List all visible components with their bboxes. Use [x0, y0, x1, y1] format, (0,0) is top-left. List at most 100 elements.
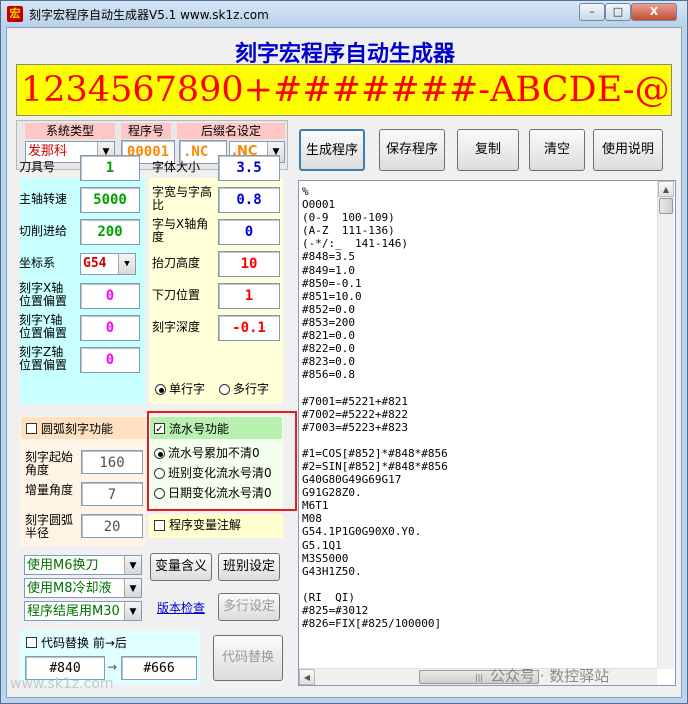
code-line: (0-9 100-109)	[302, 211, 395, 225]
suffix-label: 后缀名设定	[177, 123, 285, 139]
arc-increment-label: 增量角度	[25, 483, 74, 497]
watermark-left: www.sk1z.com	[10, 676, 114, 692]
end-code-value: 程序结尾用M30	[27, 604, 120, 619]
replace-label: 代码替换 前→后	[41, 636, 127, 650]
tool-change-value: 使用M6换刀	[27, 558, 99, 573]
code-replace-button[interactable]: 代码替换	[213, 635, 283, 681]
single-line-radio[interactable]	[155, 384, 166, 395]
arc-radius-input[interactable]: 20	[81, 514, 143, 538]
arc-start-angle-input[interactable]: 160	[81, 450, 143, 474]
coolant-select[interactable]: 使用M8冷却液 ▼	[24, 578, 142, 598]
replace-checkbox[interactable]	[26, 637, 37, 648]
arc-increment-input[interactable]: 7	[81, 482, 143, 506]
code-line: #852=0.0	[302, 302, 355, 316]
param-input[interactable]: 200	[80, 219, 140, 245]
single-line-label: 单行字	[169, 382, 206, 396]
maximize-button[interactable]: □	[605, 3, 631, 21]
param-right-input[interactable]: 1	[218, 283, 280, 309]
code-line: #848=3.5	[302, 250, 355, 264]
code-line: #821=0.0	[302, 329, 355, 343]
param-right-label: 下刀位置	[152, 288, 201, 302]
param-right-input[interactable]: 3.5	[218, 155, 280, 181]
multi-line-label: 多行字	[233, 382, 270, 396]
multi-line-radio[interactable]	[219, 384, 230, 395]
arc-radius-label: 刻字圆弧半径	[25, 513, 74, 540]
code-line: #7001=#5221+#821	[302, 394, 408, 408]
code-line: G43H1Z50.	[302, 564, 362, 578]
program-no-label: 程序号	[121, 123, 171, 139]
copy-button[interactable]: 复制	[457, 129, 519, 171]
variable-meaning-button[interactable]: 变量含义	[150, 553, 212, 581]
arc-label: 圆弧刻字功能	[41, 422, 114, 436]
coordinate-system-select[interactable]: G54 ▼	[80, 253, 136, 275]
code-line: #856=0.8	[302, 368, 355, 382]
param-right-label: 刻字深度	[152, 320, 201, 334]
param-input[interactable]: 5000	[80, 187, 140, 213]
code-line: #7002=#5222+#822	[302, 407, 408, 421]
param-input[interactable]: 1	[80, 155, 140, 181]
code-line: (RI QI)	[302, 590, 355, 604]
multi-row-setting-button[interactable]: 多行设定	[218, 593, 280, 621]
code-line: #2=SIN[#852]*#848*#856	[302, 459, 448, 473]
coolant-value: 使用M8冷却液	[27, 581, 112, 596]
code-line: (A-Z 111-136)	[302, 224, 395, 238]
param-right-input[interactable]: 10	[218, 251, 280, 277]
clear-button[interactable]: 清空	[529, 129, 585, 171]
coordinate-system-value: G54	[83, 256, 107, 271]
code-line: G91G28Z0.	[302, 486, 362, 500]
param-label: 刀具号	[19, 160, 56, 174]
code-line: G40G80G49G69G17	[302, 473, 402, 487]
watermark-right: 公众号 · 数控驿站	[490, 667, 610, 685]
param-input[interactable]: 0	[80, 283, 140, 309]
arc-start-angle-label: 刻字起始角度	[25, 450, 74, 477]
vertical-scroll-thumb[interactable]	[659, 198, 673, 214]
param-label: 刻字Z轴位置偏置	[19, 345, 68, 372]
code-textarea[interactable]: % O0001 (0-9 100-109) (A-Z 111-136) (-*/:_ 1…	[298, 180, 676, 686]
arrow-right-icon: →	[107, 660, 118, 674]
param-input[interactable]: 0	[80, 315, 140, 341]
param-right-input[interactable]: 0.8	[218, 187, 280, 213]
code-line: %	[302, 185, 309, 198]
code-line: G5.1Q1	[302, 538, 342, 552]
save-button[interactable]: 保存程序	[379, 129, 445, 171]
dropdown-arrow-icon: ▼	[118, 254, 135, 274]
scroll-up-icon[interactable]: ▲	[658, 181, 674, 197]
code-line: #822=0.0	[302, 342, 355, 356]
dropdown-arrow-icon: ▼	[124, 556, 141, 574]
param-label: 坐标系	[19, 256, 56, 270]
code-line: M08	[302, 512, 322, 526]
annotate-checkbox[interactable]	[154, 520, 165, 531]
param-label: 刻字Y轴位置偏置	[19, 313, 68, 340]
code-line: #851=10.0	[302, 289, 362, 303]
preview-banner: 1234567890+#######-ABCDE-@@@@-$	[16, 64, 672, 116]
minimize-button[interactable]: –	[579, 3, 605, 21]
shift-setting-button[interactable]: 班别设定	[218, 553, 280, 581]
param-right-input[interactable]: 0	[218, 219, 280, 245]
code-line: #823=0.0	[302, 355, 355, 369]
code-line: #853=200	[302, 315, 355, 329]
vertical-scrollbar[interactable]: ▲	[657, 181, 674, 669]
close-button[interactable]: X	[631, 3, 677, 21]
code-line: O0001	[302, 198, 336, 212]
param-right-label: 抬刀高度	[152, 256, 201, 270]
arc-checkbox[interactable]	[26, 423, 37, 434]
param-label: 刻字X轴位置偏置	[19, 281, 68, 308]
code-line: #850=-0.1	[302, 276, 362, 290]
replace-to-input[interactable]: #666	[121, 656, 197, 680]
param-input[interactable]: 0	[80, 347, 140, 373]
param-right-label: 字宽与字高比	[152, 185, 213, 212]
param-right-input[interactable]: -0.1	[218, 315, 280, 341]
help-button[interactable]: 使用说明	[593, 129, 663, 171]
code-line: M6T1	[302, 499, 329, 513]
end-code-select[interactable]: 程序结尾用M30 ▼	[24, 601, 142, 621]
generate-button[interactable]: 生成程序	[299, 129, 365, 171]
tool-change-select[interactable]: 使用M6换刀 ▼	[24, 555, 142, 575]
red-highlight-box	[147, 411, 297, 511]
version-check-link[interactable]: 版本检查	[157, 599, 205, 616]
title-bar[interactable]: 宏 刻字宏程序自动生成器V5.1 www.sk1z.com – □ X	[1, 1, 687, 27]
dropdown-arrow-icon: ▼	[124, 602, 141, 620]
scroll-left-icon[interactable]: ◀	[299, 669, 315, 685]
param-label: 主轴转速	[19, 192, 68, 206]
